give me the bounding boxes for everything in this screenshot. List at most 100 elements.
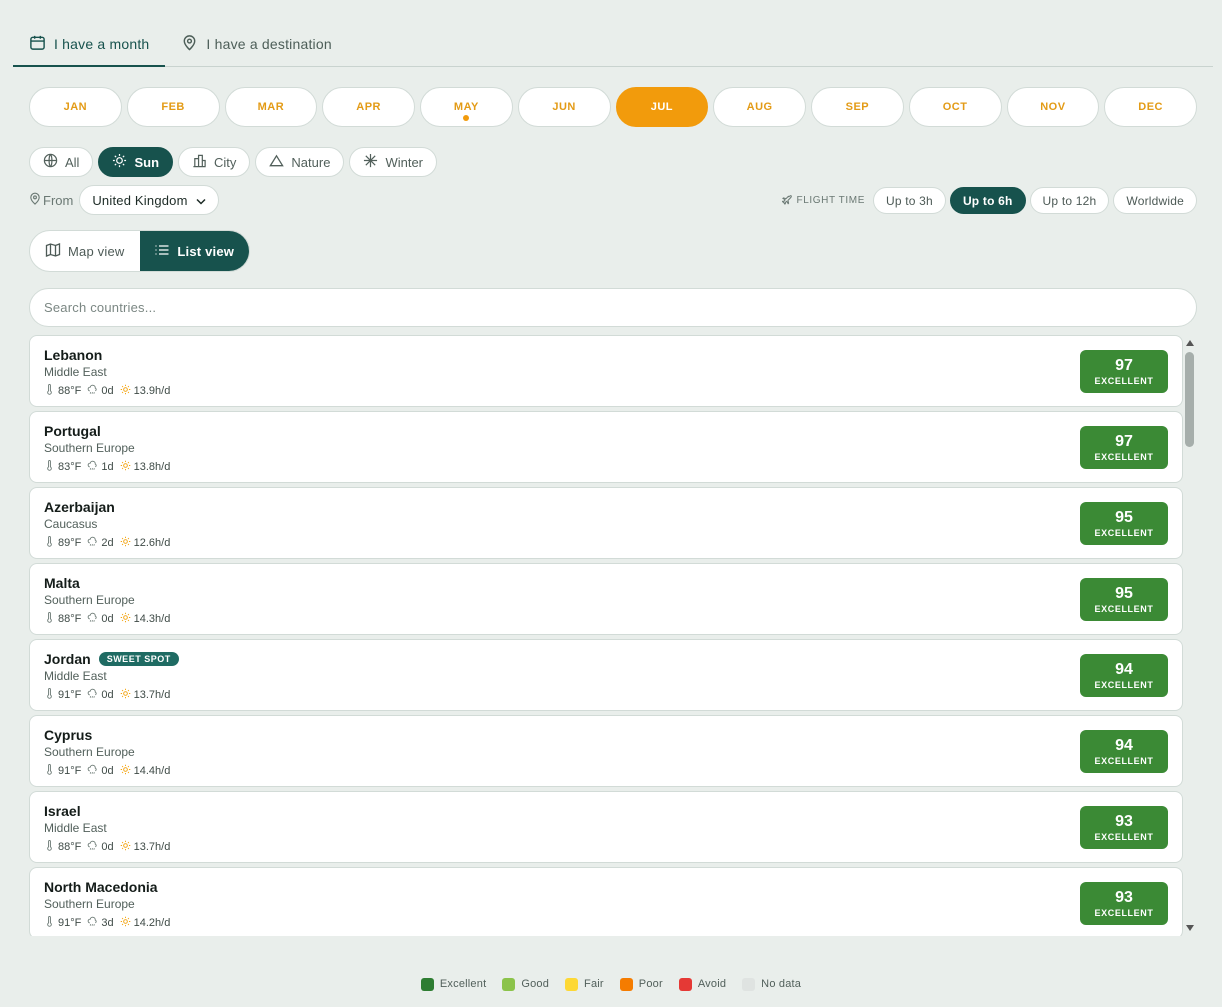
- rain-days-value: 0d: [101, 841, 114, 853]
- current-month-dot: [463, 115, 470, 121]
- from-label-text: From: [43, 192, 74, 208]
- country-card[interactable]: Israel Middle East 88°F 0d 13.7h/d 93 EXCELLEN…: [29, 791, 1183, 863]
- score-badge: 95 EXCELLENT: [1080, 578, 1168, 621]
- globe-icon: [43, 153, 58, 171]
- map-pin-icon: [181, 34, 198, 54]
- month-apr[interactable]: APR: [322, 87, 415, 127]
- sun-icon: [120, 384, 131, 398]
- month-jul[interactable]: JUL: [615, 87, 709, 127]
- month-aug[interactable]: AUG: [713, 87, 806, 127]
- origin-country-select[interactable]: United Kingdom: [79, 185, 219, 215]
- flight-option-worldwide[interactable]: Worldwide: [1113, 187, 1197, 214]
- legend-item: No data: [742, 976, 801, 992]
- month-jun[interactable]: JUN: [517, 87, 611, 127]
- rain-stat: 1d: [87, 460, 114, 474]
- legend-swatch: [619, 977, 633, 991]
- country-card[interactable]: Portugal Southern Europe 83°F 1d 13.8h/d 97 EX…: [29, 411, 1183, 483]
- flight-option-6h[interactable]: Up to 6h: [949, 187, 1026, 214]
- score-value: 93: [1115, 888, 1133, 906]
- country-card[interactable]: Jordan SWEET SPOT Middle East 91°F 0d 13.7h/d…: [29, 639, 1183, 711]
- month-mar[interactable]: MAR: [224, 87, 318, 127]
- sunshine-hours-value: 13.9h/d: [133, 385, 171, 397]
- month-nov[interactable]: NOV: [1006, 87, 1100, 127]
- tab-month[interactable]: I have a month: [13, 22, 166, 67]
- flight-option-label: Worldwide: [1126, 193, 1184, 208]
- month-jan[interactable]: JAN: [29, 87, 122, 127]
- sun-icon: [120, 612, 131, 626]
- category-winter[interactable]: Winter: [349, 147, 437, 177]
- rain-cloud-icon: [87, 764, 98, 778]
- month-may[interactable]: MAY: [420, 87, 513, 127]
- legend-label: Excellent: [439, 978, 487, 990]
- tab-destination[interactable]: I have a destination: [165, 22, 347, 66]
- map-view-button[interactable]: Map view: [30, 231, 140, 271]
- score-badge: 95 EXCELLENT: [1080, 502, 1168, 545]
- location-pin-icon: [29, 192, 41, 208]
- origin-row: From United Kingdom: [29, 185, 219, 215]
- category-label: Sun: [134, 154, 160, 170]
- sun-icon: [120, 840, 131, 854]
- plane-icon: [781, 194, 793, 208]
- sun-icon: [120, 764, 131, 778]
- legend-label: No data: [761, 978, 802, 990]
- country-region: Southern Europe: [44, 745, 135, 759]
- country-name: Jordan: [44, 650, 91, 667]
- flight-option-3h[interactable]: Up to 3h: [872, 187, 946, 214]
- country-card[interactable]: Azerbaijan Caucasus 89°F 2d 12.6h/d 95 EXCELLE…: [29, 487, 1183, 559]
- list-view-button[interactable]: List view: [139, 231, 249, 271]
- map-icon: [45, 242, 61, 261]
- rain-days-value: 0d: [101, 613, 114, 625]
- category-nature[interactable]: Nature: [255, 147, 345, 177]
- legend-item: Avoid: [678, 976, 726, 992]
- thermometer-icon: [44, 612, 55, 626]
- country-stats: 91°F 0d 13.7h/d: [44, 688, 1168, 702]
- score-value: 94: [1115, 736, 1133, 754]
- score-value: 93: [1115, 812, 1133, 830]
- flight-option-12h[interactable]: Up to 12h: [1029, 187, 1110, 214]
- country-name: Azerbaijan: [44, 498, 115, 515]
- search-countries-input[interactable]: [29, 288, 1197, 327]
- temperature-value: 91°F: [58, 765, 82, 777]
- sunshine-stat: 13.8h/d: [120, 460, 170, 474]
- scroll-thumb[interactable]: [1185, 352, 1194, 447]
- view-toggle: Map view List view: [29, 230, 250, 272]
- sun-icon: [120, 460, 131, 474]
- country-card[interactable]: Malta Southern Europe 88°F 0d 14.3h/d 95 EXCEL…: [29, 563, 1183, 635]
- country-card[interactable]: North Macedonia Southern Europe 91°F 3d 14.2…: [29, 867, 1183, 936]
- country-card[interactable]: Lebanon Middle East 88°F 0d 13.9h/d 97 EXCELLE…: [29, 335, 1183, 407]
- rain-cloud-icon: [87, 460, 98, 474]
- country-name: Cyprus: [44, 726, 93, 743]
- legend-label: Poor: [638, 978, 663, 990]
- country-name-row: Cyprus: [44, 726, 1168, 743]
- list-scrollbar[interactable]: [1183, 335, 1197, 936]
- country-region: Southern Europe: [44, 593, 135, 607]
- category-city[interactable]: City: [178, 147, 251, 177]
- temperature-stat: 91°F: [44, 916, 81, 930]
- month-label: AUG: [746, 101, 773, 113]
- category-sun[interactable]: Sun: [98, 147, 174, 177]
- category-all[interactable]: All: [29, 147, 94, 177]
- month-label: JUN: [552, 101, 576, 113]
- country-name: Malta: [44, 574, 80, 591]
- scroll-down-arrow[interactable]: [1186, 925, 1194, 931]
- score-badge: 97 EXCELLENT: [1080, 426, 1168, 469]
- country-region: Middle East: [44, 821, 107, 835]
- flight-time-label-text: FLIGHT TIME: [796, 195, 865, 206]
- scroll-up-arrow[interactable]: [1186, 340, 1194, 346]
- month-feb[interactable]: FEB: [126, 87, 220, 127]
- country-name: Lebanon: [44, 346, 103, 363]
- rain-stat: 2d: [87, 536, 114, 550]
- rain-days-value: 1d: [101, 461, 114, 473]
- score-badge: 93 EXCELLENT: [1080, 806, 1168, 849]
- city-icon: [192, 153, 207, 171]
- rain-stat: 3d: [87, 916, 114, 930]
- month-dec[interactable]: DEC: [1104, 87, 1197, 127]
- score-badge: 93 EXCELLENT: [1080, 882, 1168, 925]
- score-rating: EXCELLENT: [1094, 831, 1154, 842]
- month-selector: JAN FEB MAR APR MAY JUN JUL AUG SEP OCT …: [29, 87, 1197, 127]
- temperature-value: 89°F: [58, 537, 82, 549]
- month-sep[interactable]: SEP: [811, 87, 904, 127]
- legend-item: Fair: [565, 976, 604, 992]
- month-oct[interactable]: OCT: [908, 87, 1002, 127]
- country-card[interactable]: Cyprus Southern Europe 91°F 0d 14.4h/d 94 EXCE…: [29, 715, 1183, 787]
